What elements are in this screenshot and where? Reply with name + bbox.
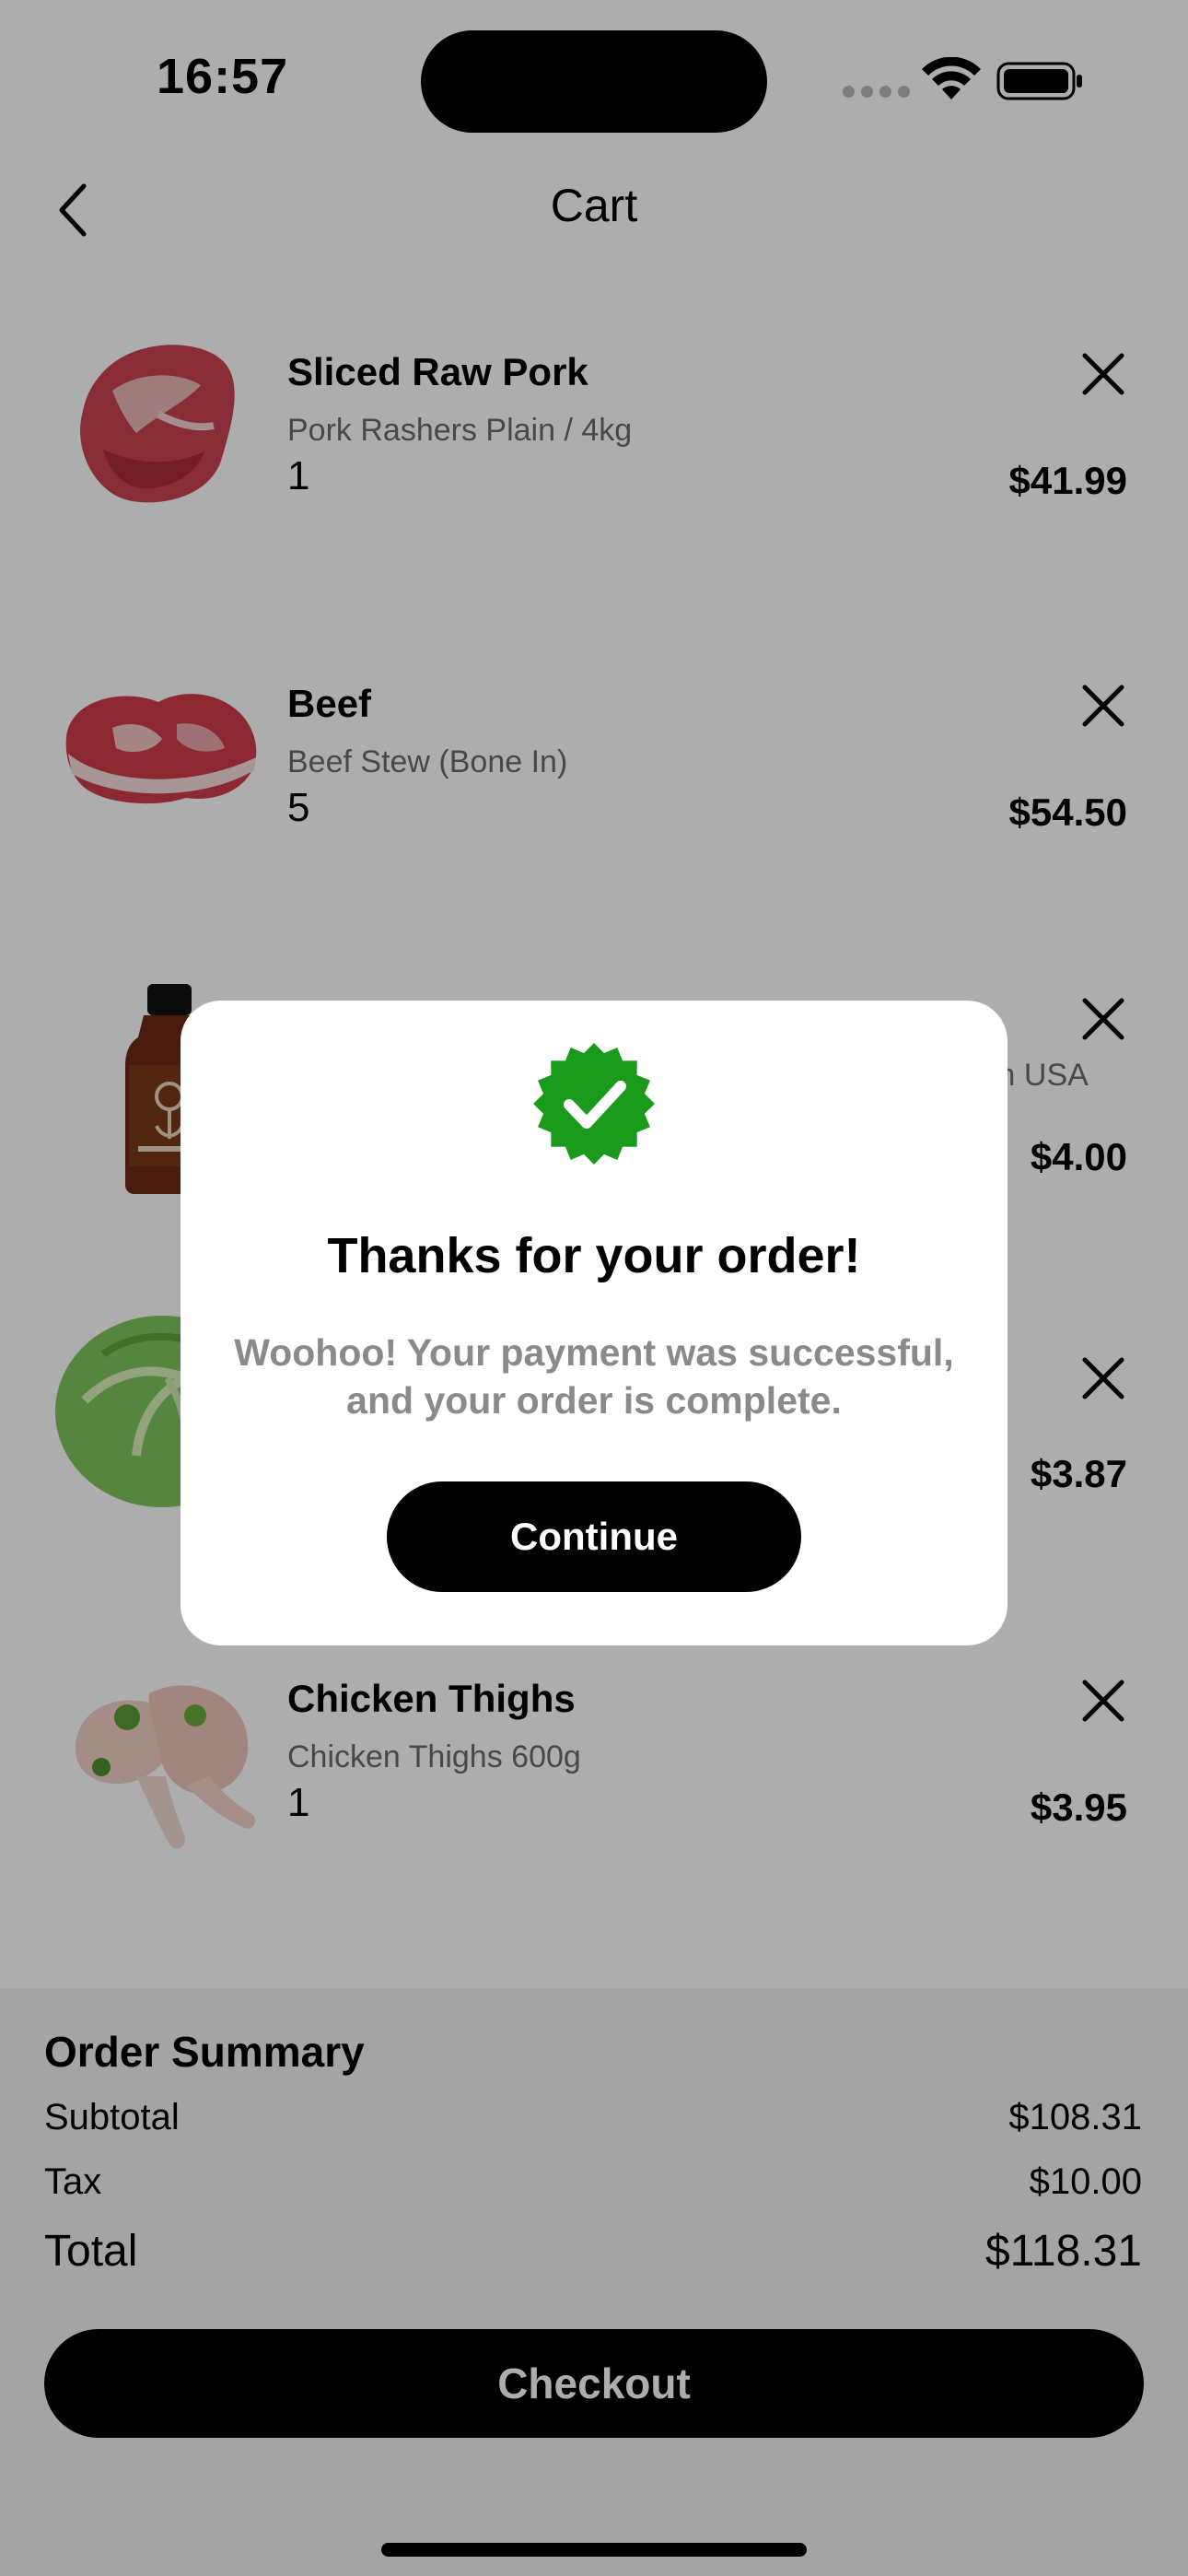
continue-button[interactable]: Continue: [387, 1481, 801, 1592]
dialog-message: Woohoo! Your payment was successful, and…: [234, 1331, 954, 1422]
order-confirmation-dialog: Thanks for your order! Woohoo! Your paym…: [181, 1001, 1007, 1645]
verified-check-badge-icon: [533, 1043, 655, 1165]
dialog-title: Thanks for your order!: [327, 1228, 861, 1283]
home-indicator: [381, 2543, 807, 2557]
